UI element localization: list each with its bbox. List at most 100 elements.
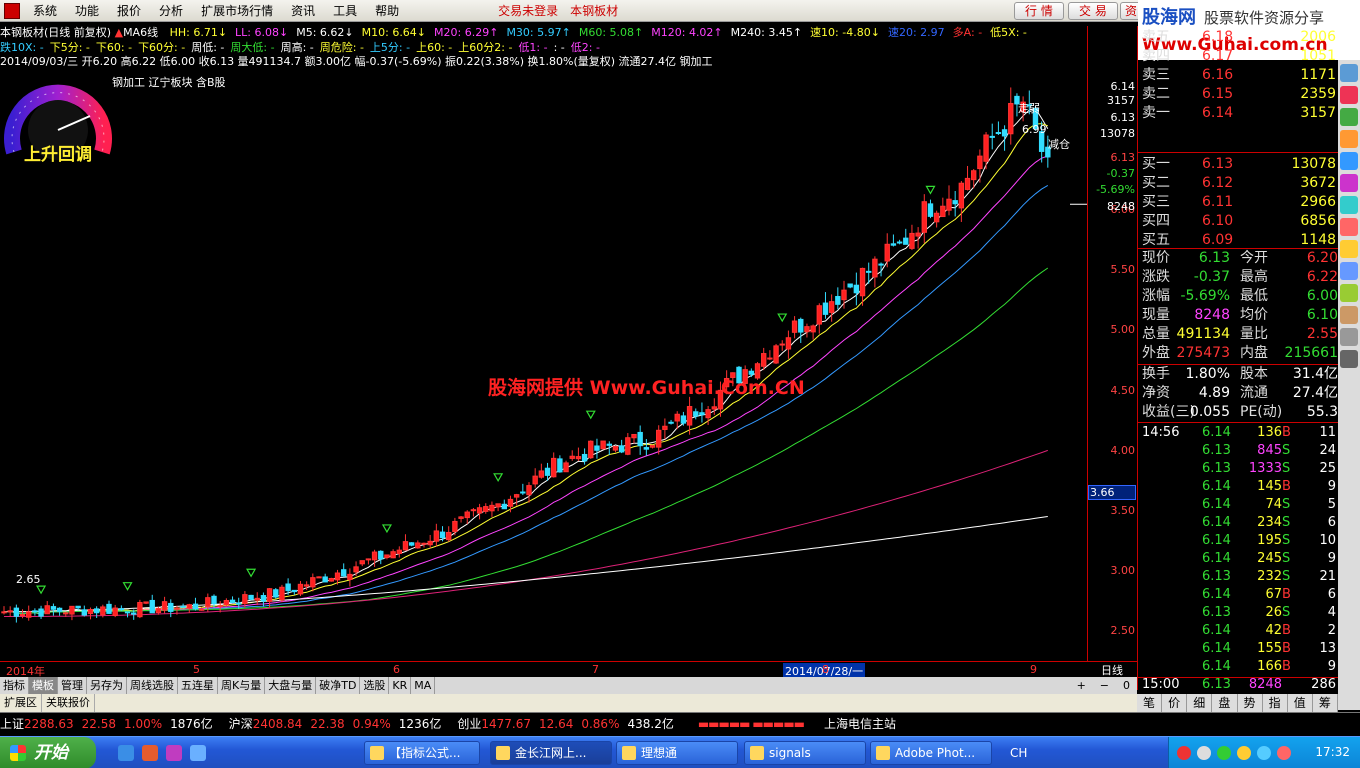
quote-button[interactable]: 行 情: [1014, 2, 1064, 20]
extension-tab[interactable]: 扩展区: [0, 694, 42, 712]
tray-update-icon[interactable]: [1257, 746, 1271, 760]
sidebar-tool-icon[interactable]: [1340, 86, 1358, 104]
price-tick: 4.00: [1110, 443, 1136, 457]
quicklaunch-media-icon[interactable]: [166, 745, 182, 761]
current-price-marker: 3.66: [1088, 484, 1136, 500]
quote-tab[interactable]: 指: [1263, 694, 1288, 712]
sidebar-tool-icon[interactable]: [1340, 196, 1358, 214]
bid-row[interactable]: 买四 6.10 6856: [1140, 212, 1336, 231]
server-name[interactable]: 上海电信主站: [824, 717, 896, 731]
stat-value: 0.055: [1189, 404, 1230, 420]
ma-item: M240: 3.45↑: [730, 26, 803, 39]
index-value: 2288.63: [24, 717, 74, 731]
indicator-tab[interactable]: 周线选股: [127, 677, 178, 694]
stat-label: 外盘: [1142, 345, 1170, 361]
candle-body: [316, 576, 322, 579]
tray-alert-icon[interactable]: [1277, 746, 1291, 760]
index-quote[interactable]: 沪深2408.84 22.38 0.94% 1236亿: [229, 717, 450, 731]
ime-indicator[interactable]: CH: [1010, 746, 1027, 760]
quote-tab[interactable]: 筹: [1313, 694, 1338, 712]
sidebar-tool-icon[interactable]: [1340, 152, 1358, 170]
candle-body: [291, 589, 297, 593]
tray-status-icon[interactable]: [1217, 746, 1231, 760]
menu-function[interactable]: 功能: [66, 0, 108, 22]
menu-quote[interactable]: 报价: [108, 0, 150, 22]
sidebar-tool-icon[interactable]: [1340, 306, 1358, 324]
indicator-tab[interactable]: 五连星: [178, 677, 218, 694]
sidebar-tool-icon[interactable]: [1340, 240, 1358, 258]
index-quote[interactable]: 创业1477.67 12.64 0.86% 438.2亿: [457, 717, 681, 731]
trade-button[interactable]: 交 易: [1068, 2, 1118, 20]
ask-row[interactable]: 卖三 6.16 1171: [1140, 66, 1336, 85]
stat-label: 均价: [1240, 307, 1268, 323]
sidebar-tool-icon[interactable]: [1340, 108, 1358, 126]
indicator-tab[interactable]: MA: [411, 677, 436, 694]
ask-row[interactable]: 卖五 6.18 2006: [1140, 28, 1336, 47]
candlestick-chart[interactable]: 走弱减仓6.99 2.65: [0, 66, 1087, 661]
menu-tools[interactable]: 工具: [324, 0, 366, 22]
start-button[interactable]: 开始: [0, 737, 96, 768]
quote-tab[interactable]: 盘: [1212, 694, 1238, 712]
menu-help[interactable]: 帮助: [366, 0, 408, 22]
taskbar-window-button[interactable]: Adobe Phot...: [870, 741, 992, 765]
tick-side: B: [1282, 641, 1291, 656]
tick-count: 24: [1319, 443, 1336, 458]
indicator-tab[interactable]: KR: [389, 677, 412, 694]
candle-body: [841, 289, 847, 301]
quicklaunch-desktop-icon[interactable]: [190, 745, 206, 761]
quote-tab[interactable]: 势: [1238, 694, 1263, 712]
indicator-tab[interactable]: 另存为: [87, 677, 127, 694]
ma-item: 速10: -4.80↓: [810, 26, 880, 39]
taskbar-window-button[interactable]: 金长江网上...: [490, 741, 612, 765]
sidebar-tool-icon[interactable]: [1340, 284, 1358, 302]
quote-tab[interactable]: 笔: [1137, 694, 1163, 712]
quote-tab[interactable]: 细: [1187, 694, 1213, 712]
quicklaunch-app-icon[interactable]: [142, 745, 158, 761]
buy-signal-icon: [777, 313, 788, 323]
quote-tab[interactable]: 价: [1162, 694, 1188, 712]
bid-row[interactable]: 买三 6.11 2966: [1140, 193, 1336, 212]
sidebar-tool-icon[interactable]: [1340, 174, 1358, 192]
indicator-tab[interactable]: 破净TD: [316, 677, 361, 694]
indicator-tab[interactable]: 管理: [58, 677, 87, 694]
bid-row[interactable]: 买一 6.13 13078: [1140, 155, 1336, 174]
indicator-tab[interactable]: 大盘与量: [265, 677, 317, 694]
menu-system[interactable]: 系统: [24, 0, 66, 22]
menu-news[interactable]: 资讯: [282, 0, 324, 22]
sidebar-tool-icon[interactable]: [1340, 64, 1358, 82]
tray-volume-icon[interactable]: [1237, 746, 1251, 760]
index-pct: 0.94%: [352, 717, 391, 731]
taskbar-window-button[interactable]: signals: [744, 741, 866, 765]
indicator-tab[interactable]: 选股: [360, 677, 390, 694]
index-quote[interactable]: 上证2288.63 22.58 1.00% 1876亿: [0, 717, 221, 731]
zoom-button[interactable]: −: [1097, 677, 1112, 694]
zoom-button[interactable]: +: [1074, 677, 1089, 694]
zoom-button[interactable]: 0: [1120, 677, 1133, 694]
sidebar-tool-icon[interactable]: [1340, 130, 1358, 148]
menu-extended-market[interactable]: 扩展市场行情: [192, 0, 282, 22]
candle-body: [761, 353, 767, 367]
menu-analysis[interactable]: 分析: [150, 0, 192, 22]
indicator-tabs: 指标 模板 管理 另存为 周线选股 五连星 周K与量 大盘与量 破净TD 选股 KR MA + −0: [0, 677, 1137, 694]
sidebar-tool-icon[interactable]: [1340, 350, 1358, 368]
ask-row[interactable]: 卖四 6.17 1051: [1140, 47, 1336, 66]
bid-label: 买一: [1142, 156, 1170, 172]
indicator-tab[interactable]: 周K与量: [218, 677, 266, 694]
indicator-tab[interactable]: 指标: [0, 677, 29, 694]
sidebar-tool-icon[interactable]: [1340, 218, 1358, 236]
ask-row[interactable]: 卖二 6.15 2359: [1140, 85, 1336, 104]
tick-price: 6.13: [1202, 461, 1231, 476]
indicator-tab[interactable]: 模板: [29, 677, 58, 694]
tray-security-icon[interactable]: [1177, 746, 1191, 760]
ie-icon[interactable]: [118, 745, 134, 761]
extension-tab[interactable]: 关联报价: [42, 694, 95, 712]
taskbar-window-button[interactable]: 【指标公式...: [364, 741, 480, 765]
period-label[interactable]: 日线: [1087, 661, 1137, 677]
tray-network-icon[interactable]: [1197, 746, 1211, 760]
sidebar-tool-icon[interactable]: [1340, 328, 1358, 346]
quote-tab[interactable]: 值: [1288, 694, 1313, 712]
ask-row[interactable]: 卖一 6.14 3157: [1140, 104, 1336, 123]
sidebar-tool-icon[interactable]: [1340, 262, 1358, 280]
bid-row[interactable]: 买二 6.12 3672: [1140, 174, 1336, 193]
taskbar-window-button[interactable]: 理想通: [616, 741, 738, 765]
